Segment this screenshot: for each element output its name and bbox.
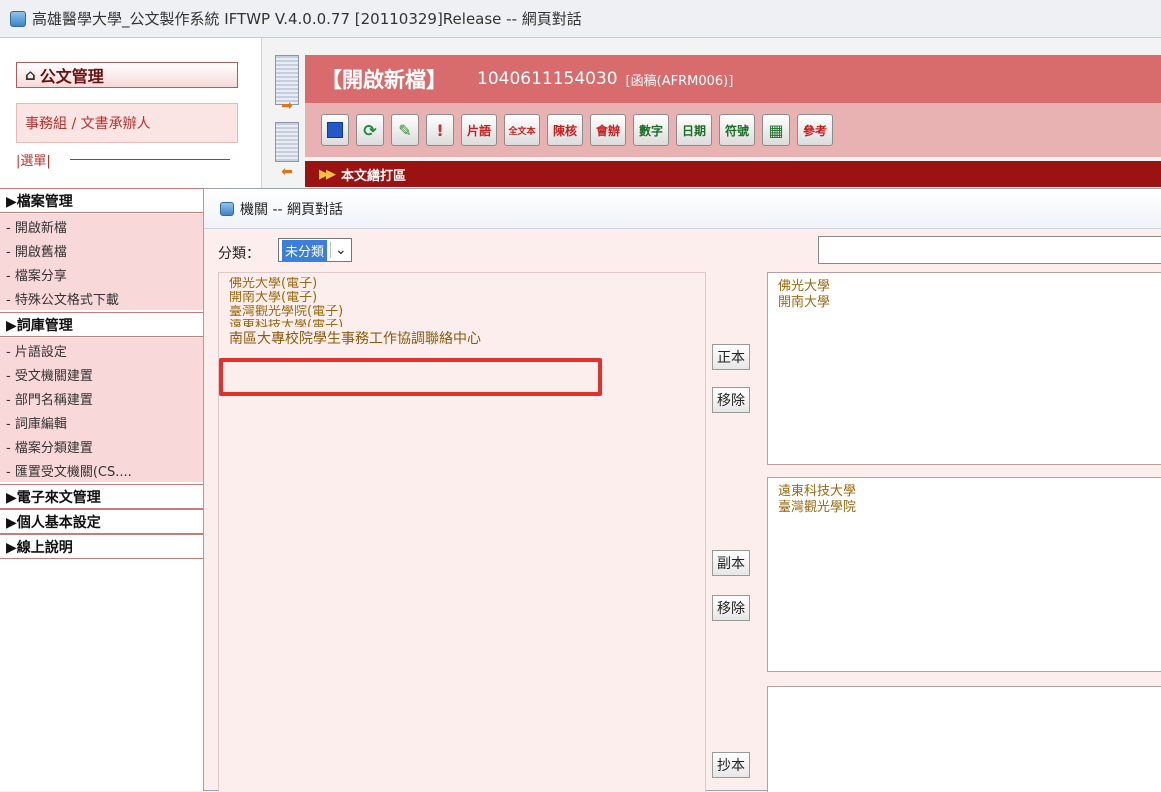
- list-item[interactable]: 臺灣觀光學院(電子): [229, 305, 705, 319]
- cc-recipient-list[interactable]: [767, 686, 1161, 792]
- alert-button[interactable]: !: [426, 114, 454, 146]
- phrase-button[interactable]: 片語: [461, 114, 497, 146]
- refresh-icon: ⟳: [363, 120, 377, 140]
- menu-category-incoming[interactable]: ▶電子來文管理: [0, 484, 205, 509]
- copy-add-button[interactable]: 副本: [712, 550, 750, 576]
- menu-category-file[interactable]: ▶檔案管理: [0, 188, 205, 213]
- menu-item-file-class[interactable]: - 檔案分類建置: [0, 434, 205, 458]
- review-button[interactable]: 陳核: [547, 114, 583, 146]
- print-icon: ▦: [768, 120, 784, 140]
- symbol-button[interactable]: 符號: [719, 114, 755, 146]
- menu-item-share-file[interactable]: - 檔案分享: [0, 262, 205, 286]
- dialog-title-bar: 機關 -- 網頁對話: [204, 189, 1161, 229]
- category-select[interactable]: 未分類 ⌄: [278, 238, 352, 262]
- window-title-bar: 高雄醫學大學_公文製作系統 IFTWP V.4.0.0.77 [20110329…: [0, 0, 1161, 38]
- document-type: [函稿(AFRM006)]: [625, 73, 734, 89]
- window-title: 高雄醫學大學_公文製作系統 IFTWP V.4.0.0.77 [20110329…: [32, 10, 582, 28]
- menu-item-new-file[interactable]: - 開啟新檔: [0, 214, 205, 238]
- list-item[interactable]: 佛光大學(電子): [229, 277, 705, 291]
- chevron-down-icon: ⌄: [330, 242, 351, 258]
- menu-item-import-recipient[interactable]: - 匯置受文機關(CS....: [0, 458, 205, 482]
- fulltext-button[interactable]: 全文本: [504, 114, 540, 146]
- menu-label: |選單|: [16, 154, 51, 169]
- document-header: 【開啟新檔】 1040611154030 [函稿(AFRM006)]: [305, 55, 1161, 103]
- number-button[interactable]: 數字: [633, 114, 669, 146]
- menu-category-personal[interactable]: ▶個人基本設定: [0, 509, 205, 534]
- list-item[interactable]: 開南大學: [778, 295, 1161, 311]
- toolbar: ⟳ ✎ ! 片語 全文本 陳核 會辦 數字 日期 符號 ▦ 參考: [305, 103, 1161, 157]
- list-item[interactable]: 遠東科技大學: [778, 484, 1161, 500]
- save-button[interactable]: [321, 114, 349, 146]
- edit-button[interactable]: ✎: [391, 114, 419, 146]
- list-item[interactable]: 臺灣觀光學院: [778, 500, 1161, 516]
- document-number: 1040611154030: [477, 69, 618, 89]
- recipient-dialog: 機關 -- 網頁對話 分類： 未分類 ⌄ 佛光大學(電子) 開南大學(電子) 臺…: [203, 188, 1161, 792]
- edit-icon: ✎: [398, 120, 412, 140]
- alert-icon: !: [436, 120, 444, 140]
- list-item-selected[interactable]: 南區大專校院學生事務工作協調聯絡中心: [229, 331, 705, 347]
- home-icon: ⌂: [25, 66, 36, 84]
- sidebar-heading[interactable]: ⌂ 公文管理: [16, 62, 238, 88]
- dialog-title: 機關 -- 網頁對話: [240, 201, 344, 218]
- menu-item-special-format[interactable]: - 特殊公文格式下載: [0, 286, 205, 310]
- refresh-button[interactable]: ⟳: [356, 114, 384, 146]
- dialog-icon: [220, 201, 234, 216]
- menu-item-recipient[interactable]: - 受文機關建置: [0, 362, 205, 386]
- primary-add-button[interactable]: 正本: [712, 344, 750, 370]
- list-item[interactable]: 遠東科技大學(電子): [229, 319, 705, 327]
- user-role: 事務組 / 文書承辦人: [16, 103, 238, 143]
- source-list[interactable]: 佛光大學(電子) 開南大學(電子) 臺灣觀光學院(電子) 遠東科技大學(電子) …: [218, 272, 706, 792]
- collapse-arrow-icon[interactable]: ➡: [277, 97, 297, 115]
- category-value: 未分類: [282, 239, 328, 261]
- cosign-button[interactable]: 會辦: [590, 114, 626, 146]
- menu-divider: [70, 159, 230, 160]
- menu-category-lexicon[interactable]: ▶詞庫管理: [0, 312, 205, 337]
- menu-category-help[interactable]: ▶線上說明: [0, 534, 205, 559]
- copy-remove-button[interactable]: 移除: [712, 595, 750, 621]
- reference-button[interactable]: 參考: [797, 114, 833, 146]
- date-button[interactable]: 日期: [676, 114, 712, 146]
- cc-add-button[interactable]: 抄本: [712, 752, 750, 778]
- menu-item-phrase[interactable]: - 片語設定: [0, 338, 205, 362]
- expand-arrow-icon[interactable]: ⬅: [277, 163, 297, 181]
- double-arrow-icon: ▶▶: [319, 166, 336, 182]
- menu-item-lexicon-edit[interactable]: - 詞庫編輯: [0, 410, 205, 434]
- primary-recipient-list[interactable]: 佛光大學 開南大學: [767, 272, 1161, 465]
- page-title: 【開啟新檔】: [321, 68, 447, 92]
- search-input[interactable]: [818, 236, 1161, 264]
- save-icon: [327, 122, 343, 138]
- splitter-handle-mid[interactable]: [275, 122, 299, 162]
- print-button[interactable]: ▦: [762, 114, 790, 146]
- primary-remove-button[interactable]: 移除: [712, 387, 750, 413]
- category-label: 分類：: [218, 246, 260, 262]
- menu-item-department[interactable]: - 部門名稱建置: [0, 386, 205, 410]
- section-bar: ▶▶ 本文繕打區: [305, 161, 1161, 187]
- list-item[interactable]: 佛光大學: [778, 279, 1161, 295]
- sidebar-heading-label: 公文管理: [39, 67, 104, 86]
- app-icon: [10, 10, 26, 27]
- copy-recipient-list[interactable]: 遠東科技大學 臺灣觀光學院: [767, 477, 1161, 672]
- highlight-annotation: [219, 358, 602, 396]
- menu-item-open-file[interactable]: - 開啟舊檔: [0, 238, 205, 262]
- section-label: 本文繕打區: [341, 168, 407, 184]
- list-item[interactable]: 開南大學(電子): [229, 291, 705, 305]
